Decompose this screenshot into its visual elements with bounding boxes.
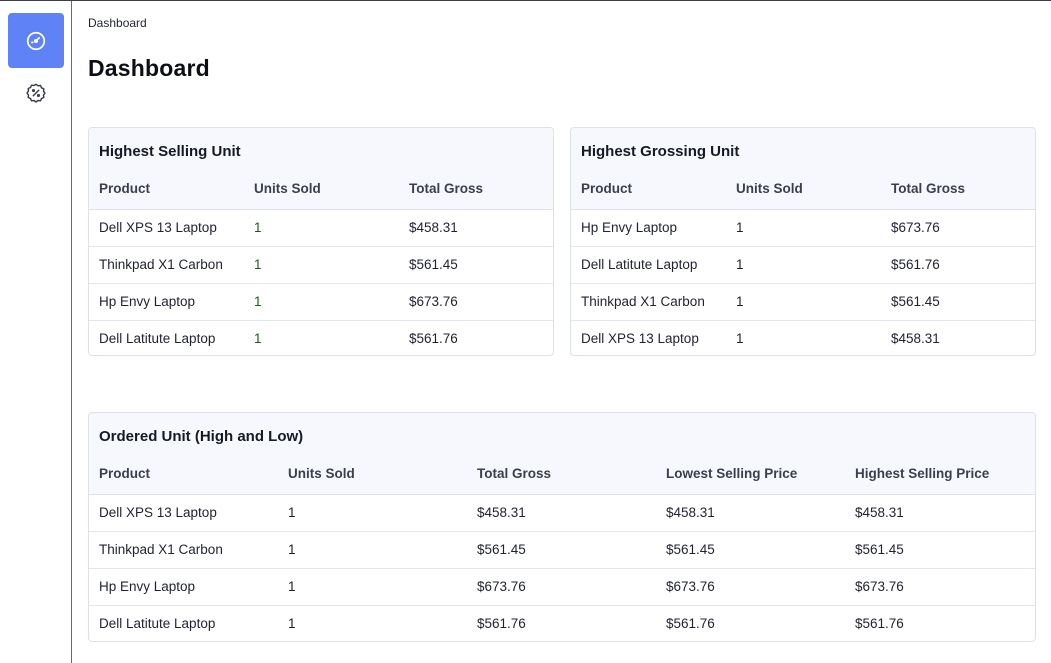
table-row: Thinkpad X1 Carbon 1 $561.45	[571, 283, 1035, 321]
cell-units-sold: 1	[278, 494, 467, 532]
column-header-highest-price: Highest Selling Price	[845, 453, 1035, 495]
cell-units-sold: 1	[736, 331, 744, 347]
cell-total-gross: $561.76	[409, 331, 458, 347]
column-header-product: Product	[89, 168, 244, 210]
cell-units-sold: 1	[726, 283, 881, 321]
cell-product: Dell XPS 13 Laptop	[581, 331, 699, 347]
cell-product: Hp Envy Laptop	[571, 209, 726, 247]
column-header-product: Product	[89, 453, 278, 495]
highest-grossing-table: Product Units Sold Total Gross Hp Envy L…	[571, 168, 1035, 355]
ordered-unit-table: Product Units Sold Total Gross Lowest Se…	[89, 453, 1035, 641]
cell-lowest-price: $561.76	[666, 616, 715, 632]
page-title: Dashboard	[88, 55, 210, 81]
cell-units-sold: 1	[726, 209, 881, 247]
cell-total-gross: $673.76	[399, 283, 553, 321]
main-content: Dashboard Dashboard Highest Selling Unit…	[88, 1, 1036, 663]
column-header-units-sold: Units Sold	[244, 168, 399, 210]
column-header-total-gross: Total Gross	[881, 168, 1035, 210]
cell-highest-price: $561.76	[855, 616, 904, 632]
cell-product: Dell Latitute Laptop	[99, 331, 216, 347]
cell-units-sold: 1	[726, 246, 881, 284]
table-row: Dell Latitute Laptop 1 $561.76	[571, 246, 1035, 284]
cell-product: Dell Latitute Laptop	[99, 616, 216, 632]
highest-grossing-card: Highest Grossing Unit Product Units Sold…	[570, 127, 1036, 356]
cell-total-gross: $673.76	[467, 568, 656, 606]
highest-selling-card: Highest Selling Unit Product Units Sold …	[88, 127, 554, 356]
cell-product: Dell Latitute Laptop	[571, 246, 726, 284]
cell-units-sold: 1	[278, 531, 467, 569]
ordered-unit-title: Ordered Unit (High and Low)	[99, 428, 304, 445]
cell-total-gross: $561.76	[477, 616, 526, 632]
table-row: Hp Envy Laptop 1 $673.76	[571, 209, 1035, 247]
cell-highest-price: $458.31	[845, 494, 1035, 532]
sidebar	[0, 1, 72, 663]
cell-product: Dell XPS 13 Laptop	[89, 494, 278, 532]
highest-grossing-title: Highest Grossing Unit	[581, 143, 740, 160]
cell-lowest-price: $561.45	[656, 531, 845, 569]
cell-lowest-price: $458.31	[656, 494, 845, 532]
table-row: Dell XPS 13 Laptop 1 $458.31	[571, 320, 1035, 355]
column-header-total-gross: Total Gross	[467, 453, 656, 495]
cell-total-gross: $561.76	[881, 246, 1035, 284]
cell-total-gross: $561.45	[399, 246, 553, 284]
cell-total-gross: $673.76	[881, 209, 1035, 247]
percent-badge-icon	[26, 83, 46, 103]
cell-total-gross: $561.45	[881, 283, 1035, 321]
speedometer-icon	[26, 31, 46, 50]
nav-discounts-button[interactable]	[8, 67, 64, 119]
cell-total-gross: $458.31	[467, 494, 656, 532]
cell-units-sold: 1	[244, 246, 399, 284]
column-header-lowest-price: Lowest Selling Price	[656, 453, 845, 495]
column-header-units-sold: Units Sold	[726, 168, 881, 210]
cell-units-sold: 1	[244, 283, 399, 321]
cell-units-sold: 1	[278, 568, 467, 606]
nav-dashboard-button[interactable]	[8, 13, 64, 68]
cell-units-sold: 1	[254, 331, 262, 347]
cell-product: Thinkpad X1 Carbon	[571, 283, 726, 321]
cell-product: Hp Envy Laptop	[89, 283, 244, 321]
column-header-total-gross: Total Gross	[399, 168, 553, 210]
cell-units-sold: 1	[288, 616, 296, 632]
cell-highest-price: $561.45	[845, 531, 1035, 569]
cell-total-gross: $458.31	[891, 331, 940, 347]
table-row: Dell Latitute Laptop 1 $561.76 $561.76 $…	[89, 605, 1035, 641]
cell-product: Thinkpad X1 Carbon	[89, 531, 278, 569]
table-row: Dell XPS 13 Laptop 1 $458.31 $458.31 $45…	[89, 494, 1035, 532]
cell-product: Thinkpad X1 Carbon	[89, 246, 244, 284]
breadcrumb[interactable]: Dashboard	[88, 16, 147, 30]
table-row: Hp Envy Laptop 1 $673.76	[89, 283, 553, 321]
cell-product: Hp Envy Laptop	[89, 568, 278, 606]
cell-total-gross: $458.31	[399, 209, 553, 247]
table-row: Thinkpad X1 Carbon 1 $561.45	[89, 246, 553, 284]
ordered-unit-card: Ordered Unit (High and Low) Product Unit…	[88, 412, 1036, 642]
table-row: Dell XPS 13 Laptop 1 $458.31	[89, 209, 553, 247]
cell-product: Dell XPS 13 Laptop	[89, 209, 244, 247]
table-row: Dell Latitute Laptop 1 $561.76	[89, 320, 553, 355]
cell-lowest-price: $673.76	[656, 568, 845, 606]
table-row: Thinkpad X1 Carbon 1 $561.45 $561.45 $56…	[89, 531, 1035, 569]
cell-units-sold: 1	[244, 209, 399, 247]
table-row: Hp Envy Laptop 1 $673.76 $673.76 $673.76	[89, 568, 1035, 606]
column-header-units-sold: Units Sold	[278, 453, 467, 495]
cell-highest-price: $673.76	[845, 568, 1035, 606]
highest-selling-table: Product Units Sold Total Gross Dell XPS …	[89, 168, 553, 355]
highest-selling-title: Highest Selling Unit	[99, 143, 241, 160]
column-header-product: Product	[571, 168, 726, 210]
cell-total-gross: $561.45	[467, 531, 656, 569]
